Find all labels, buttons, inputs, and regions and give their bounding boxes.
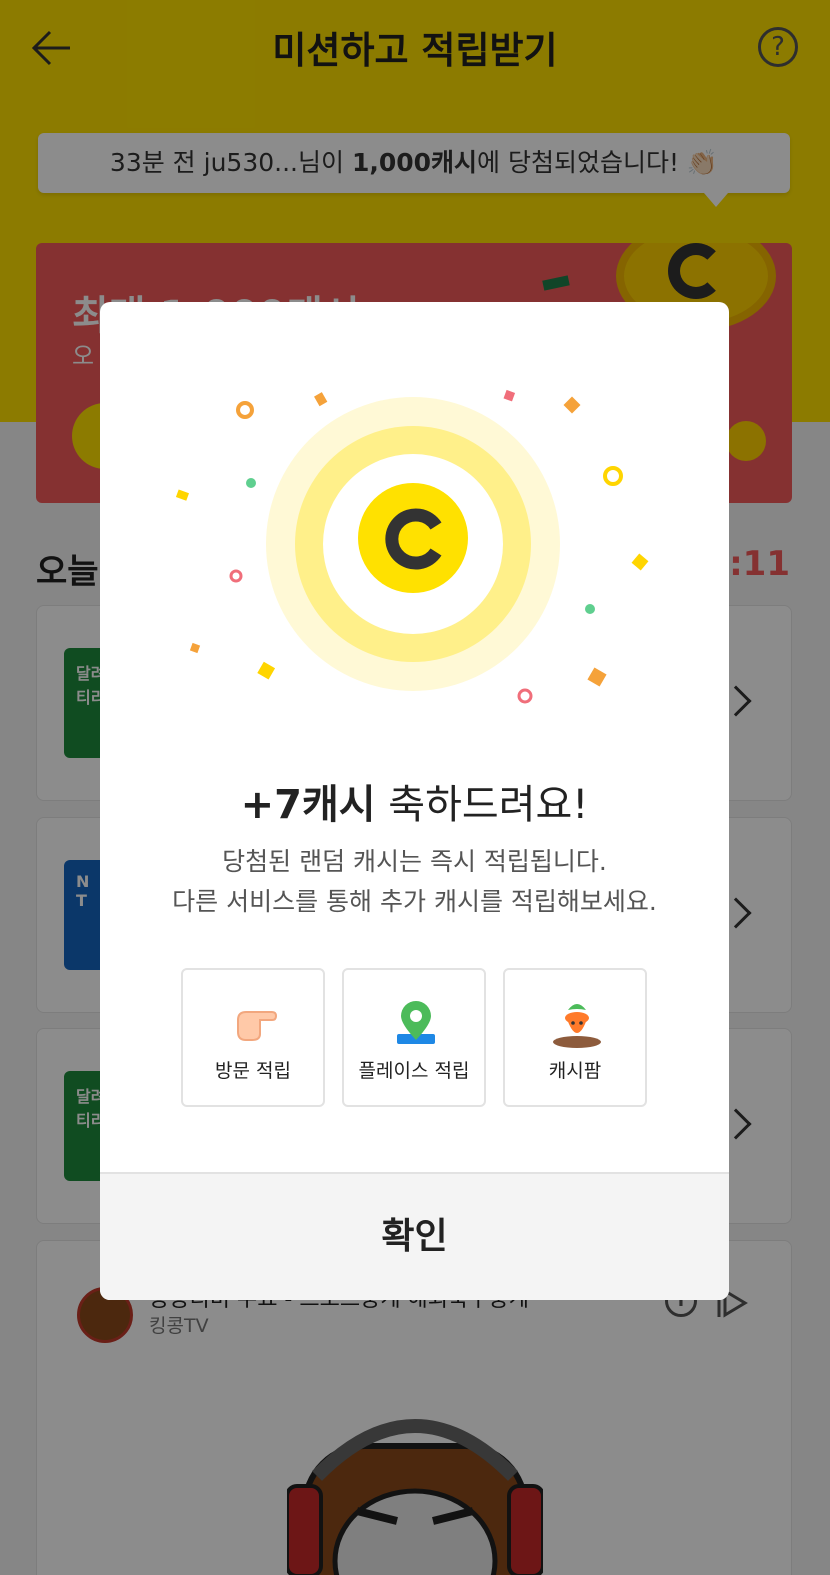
reward-description: 당첨된 랜덤 캐시는 즉시 적립됩니다. 다른 서비스를 통해 추가 캐시를 적… <box>100 842 729 922</box>
reward-amount: +7캐시 <box>240 782 376 828</box>
reward-modal: +7캐시 축하드려요! 당첨된 랜덤 캐시는 즉시 적립됩니다. 다른 서비스를… <box>100 302 729 1300</box>
map-pin-icon <box>397 1001 435 1044</box>
service-label: 플레이스 적립 <box>358 1060 470 1082</box>
service-label: 방문 적립 <box>215 1060 291 1082</box>
service-list: 방문 적립 플레이스 적립 캐시팜 <box>181 968 651 1108</box>
visit-reward-button[interactable]: 방문 적립 <box>181 968 325 1107</box>
celebration-graphic <box>175 389 649 704</box>
modal-footer: 확인 <box>100 1172 729 1300</box>
confirm-button[interactable]: 확인 <box>100 1174 729 1300</box>
service-label: 캐시팜 <box>548 1060 602 1082</box>
reward-message: 축하드려요! <box>375 782 589 828</box>
place-reward-button[interactable]: 플레이스 적립 <box>342 968 486 1107</box>
reward-desc-line2: 다른 서비스를 통해 추가 캐시를 적립해보세요. <box>172 887 657 916</box>
pointing-hand-icon <box>237 1011 278 1041</box>
reward-title: +7캐시 축하드려요! <box>100 772 729 830</box>
carrot-icon <box>553 1004 601 1048</box>
cashfarm-button[interactable]: 캐시팜 <box>503 968 647 1107</box>
reward-desc-line1: 당첨된 랜덤 캐시는 즉시 적립됩니다. <box>222 847 607 876</box>
